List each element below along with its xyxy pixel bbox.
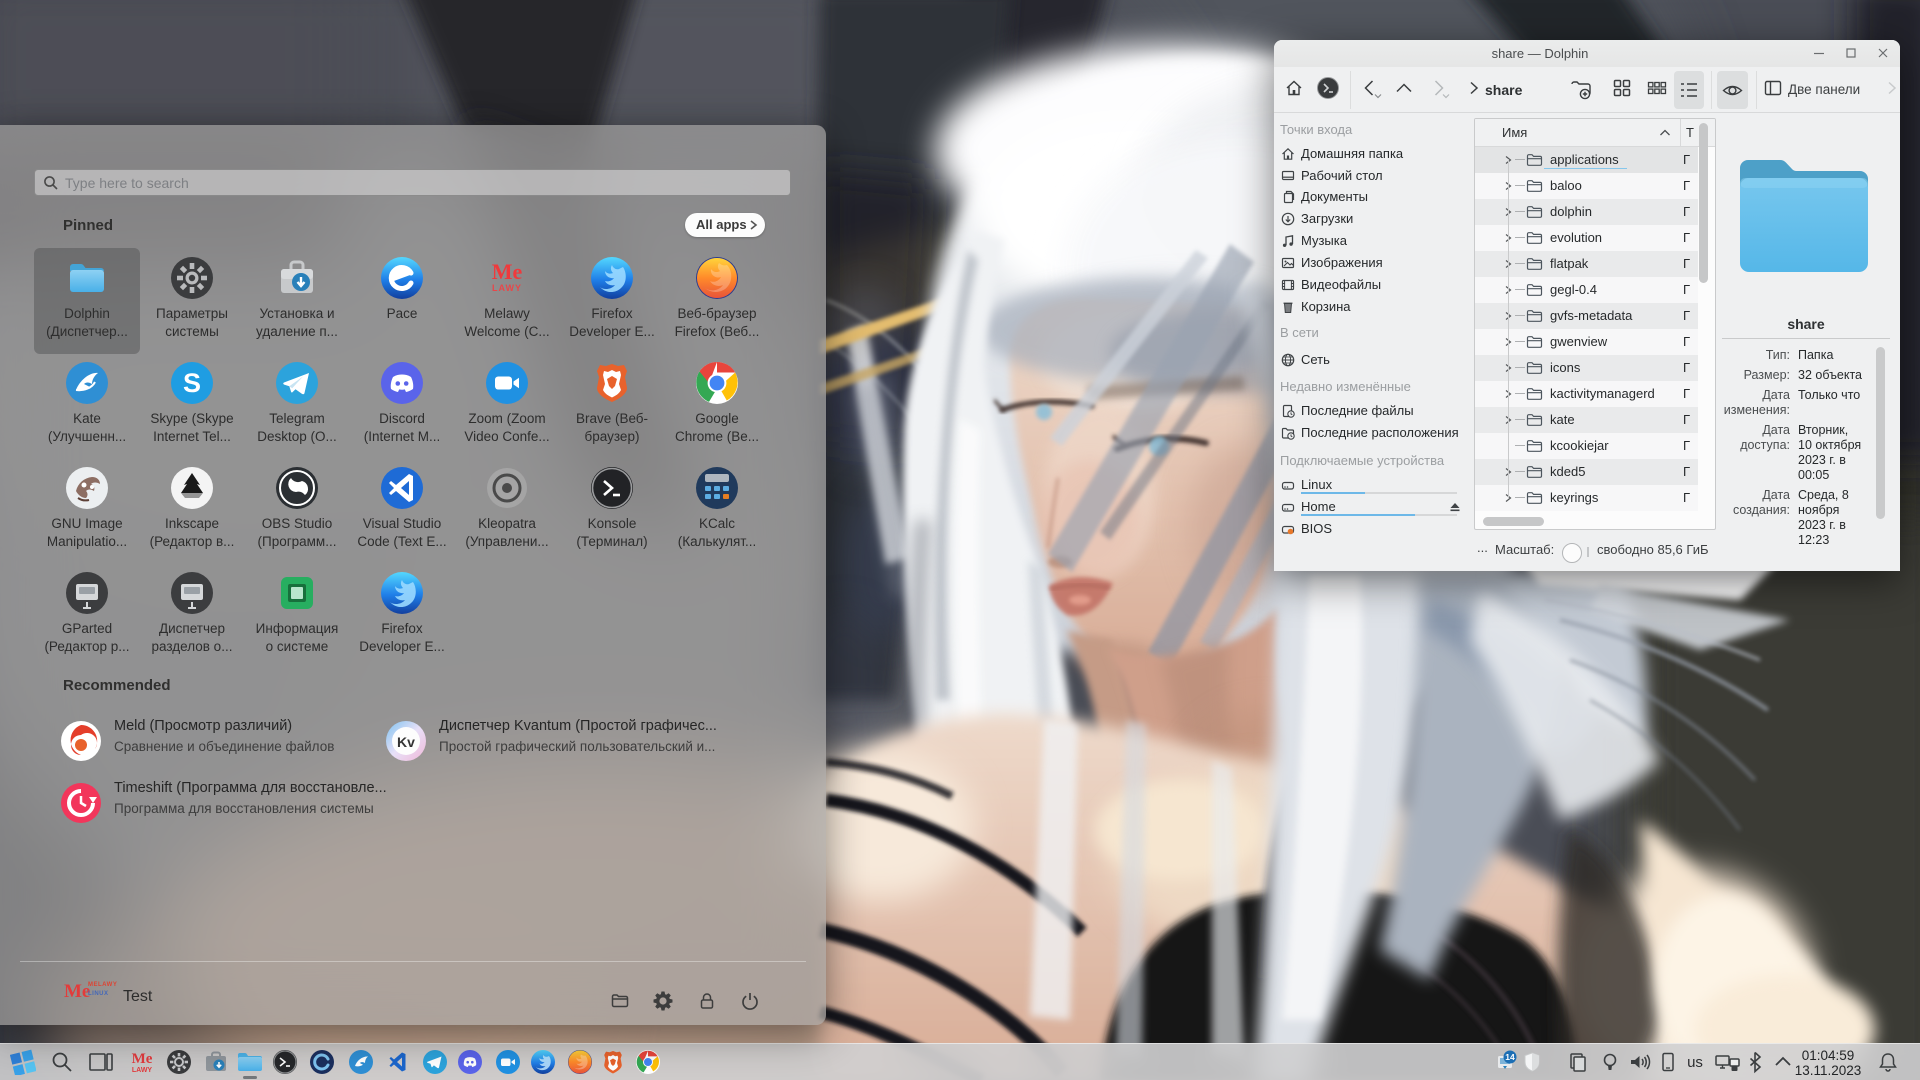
svg-text:LAWY: LAWY	[492, 283, 522, 293]
svg-text:14: 14	[1505, 1052, 1515, 1062]
svg-text:LAWY: LAWY	[132, 1067, 153, 1074]
svg-text:Me: Me	[492, 259, 523, 284]
svg-text:Kv: Kv	[397, 734, 415, 750]
svg-text:S: S	[183, 368, 201, 398]
svg-text:us: us	[1687, 1054, 1703, 1071]
svg-text:Me: Me	[132, 1051, 153, 1067]
